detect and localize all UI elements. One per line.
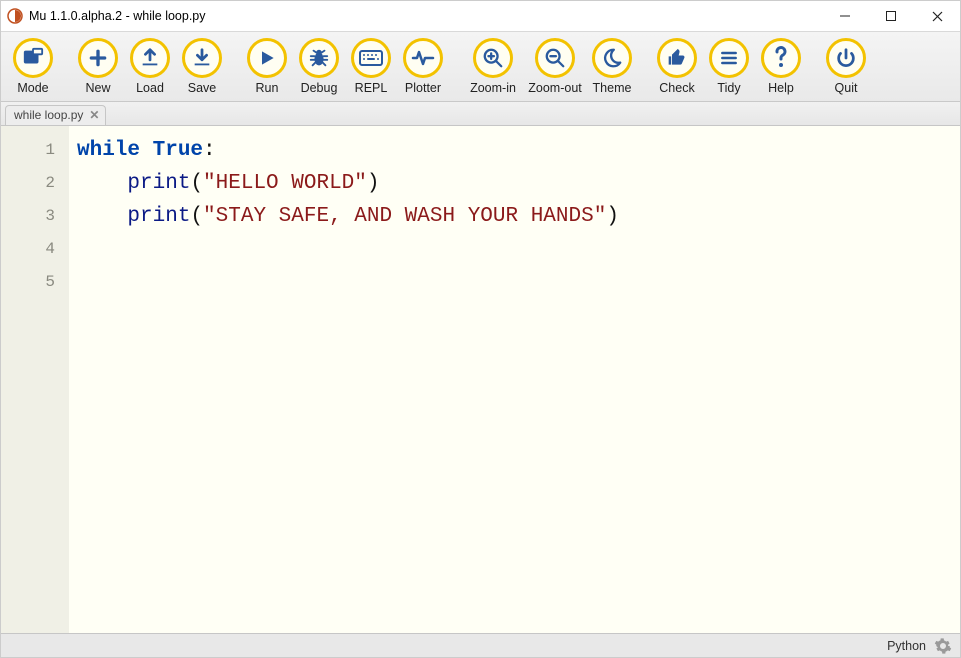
- toolbar-label: Zoom-out: [528, 81, 582, 95]
- toolbar-label: Theme: [593, 81, 632, 95]
- line-number: 5: [1, 266, 55, 299]
- run-button[interactable]: Run: [241, 36, 293, 99]
- zoomout-icon: [535, 38, 575, 78]
- tab-bar: while loop.py ✕: [1, 102, 960, 126]
- help-icon: [761, 38, 801, 78]
- zoomout-button[interactable]: Zoom-out: [524, 36, 586, 99]
- code-line: while True:: [77, 134, 619, 167]
- zoomin-icon: [473, 38, 513, 78]
- toolbar: Mode New Load Save Run Debug REPL Plotter Zoom-i…: [1, 31, 960, 102]
- bug-icon: [299, 38, 339, 78]
- plus-icon: [78, 38, 118, 78]
- status-language: Python: [887, 639, 926, 653]
- save-icon: [182, 38, 222, 78]
- maximize-button[interactable]: [868, 1, 914, 31]
- toolbar-label: Quit: [835, 81, 858, 95]
- tab-label: while loop.py: [14, 108, 83, 122]
- play-icon: [247, 38, 287, 78]
- mode-icon: [13, 38, 53, 78]
- toolbar-label: Mode: [17, 81, 48, 95]
- window-title: Mu 1.1.0.alpha.2 - while loop.py: [29, 9, 206, 23]
- toolbar-label: Tidy: [717, 81, 740, 95]
- zoomin-button[interactable]: Zoom-in: [462, 36, 524, 99]
- toolbar-label: New: [85, 81, 110, 95]
- repl-button[interactable]: REPL: [345, 36, 397, 99]
- new-button[interactable]: New: [72, 36, 124, 99]
- check-button[interactable]: Check: [651, 36, 703, 99]
- tidy-button[interactable]: Tidy: [703, 36, 755, 99]
- theme-button[interactable]: Theme: [586, 36, 638, 99]
- app-icon: [7, 8, 23, 24]
- file-tab[interactable]: while loop.py ✕: [5, 105, 106, 125]
- toolbar-label: REPL: [355, 81, 388, 95]
- toolbar-label: Plotter: [405, 81, 441, 95]
- help-button[interactable]: Help: [755, 36, 807, 99]
- moon-icon: [592, 38, 632, 78]
- toolbar-label: Check: [659, 81, 694, 95]
- code-line: [77, 233, 619, 266]
- line-number: 1: [1, 134, 55, 167]
- keyboard-icon: [351, 38, 391, 78]
- code-line: print("HELLO WORLD"): [77, 167, 619, 200]
- load-icon: [130, 38, 170, 78]
- code-content[interactable]: while True: print("HELLO WORLD") print("…: [69, 126, 619, 633]
- mode-button[interactable]: Mode: [7, 36, 59, 99]
- lines-icon: [709, 38, 749, 78]
- debug-button[interactable]: Debug: [293, 36, 345, 99]
- toolbar-label: Save: [188, 81, 217, 95]
- code-line: [77, 266, 619, 299]
- plotter-button[interactable]: Plotter: [397, 36, 449, 99]
- load-button[interactable]: Load: [124, 36, 176, 99]
- tab-close-icon[interactable]: ✕: [89, 108, 99, 122]
- line-number-gutter: 12345: [1, 126, 69, 633]
- line-number: 2: [1, 167, 55, 200]
- quit-button[interactable]: Quit: [820, 36, 872, 99]
- pulse-icon: [403, 38, 443, 78]
- toolbar-label: Debug: [301, 81, 338, 95]
- titlebar: Mu 1.1.0.alpha.2 - while loop.py: [1, 1, 960, 31]
- code-line: print("STAY SAFE, AND WASH YOUR HANDS"): [77, 200, 619, 233]
- toolbar-label: Run: [256, 81, 279, 95]
- toolbar-label: Zoom-in: [470, 81, 516, 95]
- minimize-button[interactable]: [822, 1, 868, 31]
- thumb-icon: [657, 38, 697, 78]
- toolbar-label: Help: [768, 81, 794, 95]
- toolbar-label: Load: [136, 81, 164, 95]
- line-number: 4: [1, 233, 55, 266]
- close-button[interactable]: [914, 1, 960, 31]
- power-icon: [826, 38, 866, 78]
- settings-gear-icon[interactable]: [934, 637, 952, 655]
- save-button[interactable]: Save: [176, 36, 228, 99]
- code-editor[interactable]: 12345 while True: print("HELLO WORLD") p…: [1, 126, 960, 633]
- status-bar: Python: [1, 633, 960, 657]
- line-number: 3: [1, 200, 55, 233]
